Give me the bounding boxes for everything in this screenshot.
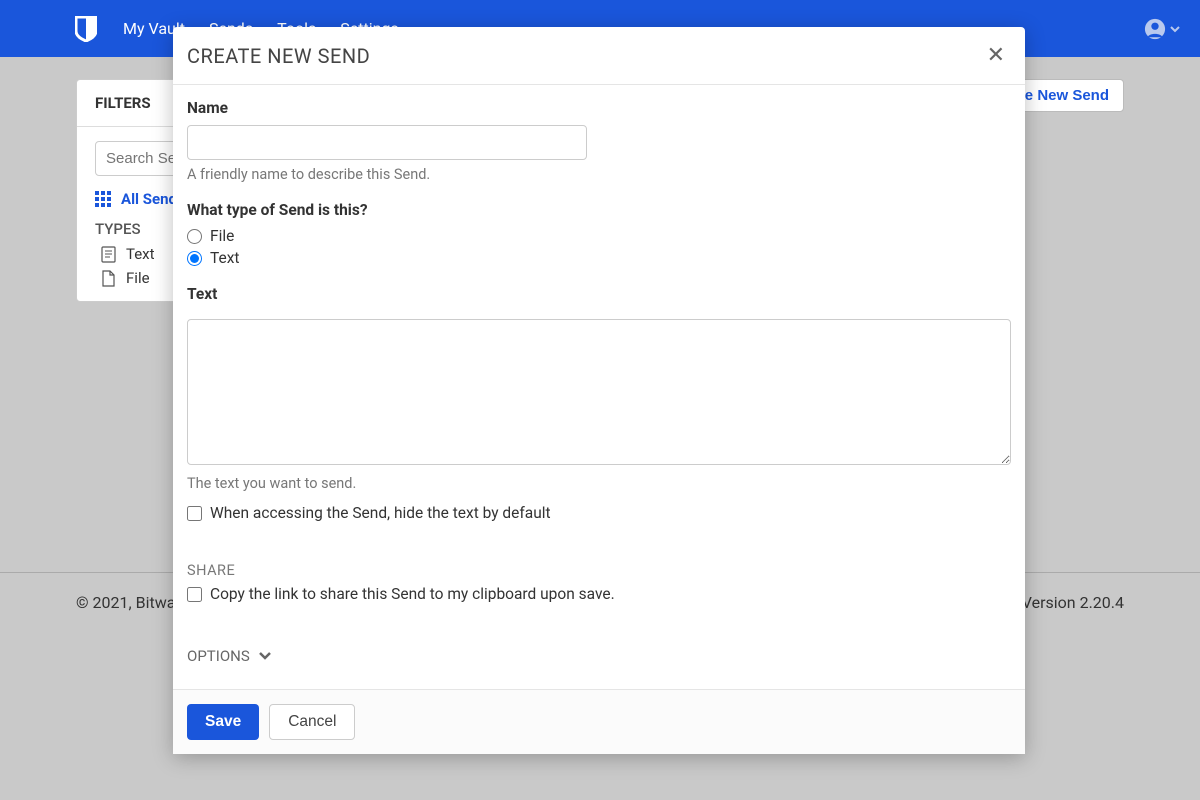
text-label: Text [187, 285, 1011, 303]
share-section-label: SHARE [187, 562, 1011, 579]
radio-text[interactable] [187, 251, 202, 266]
options-toggle[interactable]: OPTIONS [187, 647, 1011, 665]
modal-overlay: CREATE NEW SEND ✕ Name A friendly name t… [0, 0, 1200, 800]
close-icon[interactable]: ✕ [981, 43, 1011, 68]
text-textarea[interactable] [187, 319, 1011, 465]
hide-text-checkbox[interactable] [187, 506, 202, 521]
radio-text-label: Text [210, 249, 239, 267]
modal-title: CREATE NEW SEND [187, 44, 370, 68]
radio-file[interactable] [187, 229, 202, 244]
type-question: What type of Send is this? [187, 201, 1011, 219]
hide-text-row[interactable]: When accessing the Send, hide the text b… [187, 504, 1011, 522]
radio-file-row[interactable]: File [187, 227, 1011, 245]
chevron-down-icon [258, 649, 272, 663]
name-input[interactable] [187, 125, 587, 160]
radio-file-label: File [210, 227, 234, 245]
copy-link-label: Copy the link to share this Send to my c… [210, 585, 615, 603]
copy-link-row[interactable]: Copy the link to share this Send to my c… [187, 585, 1011, 603]
create-send-modal: CREATE NEW SEND ✕ Name A friendly name t… [173, 27, 1025, 754]
copy-link-checkbox[interactable] [187, 587, 202, 602]
name-hint: A friendly name to describe this Send. [187, 166, 1011, 183]
name-label: Name [187, 99, 1011, 117]
radio-text-row[interactable]: Text [187, 249, 1011, 267]
save-button[interactable]: Save [187, 704, 259, 740]
hide-text-label: When accessing the Send, hide the text b… [210, 504, 551, 522]
cancel-button[interactable]: Cancel [269, 704, 355, 740]
options-label: OPTIONS [187, 647, 250, 665]
text-hint: The text you want to send. [187, 475, 1011, 492]
